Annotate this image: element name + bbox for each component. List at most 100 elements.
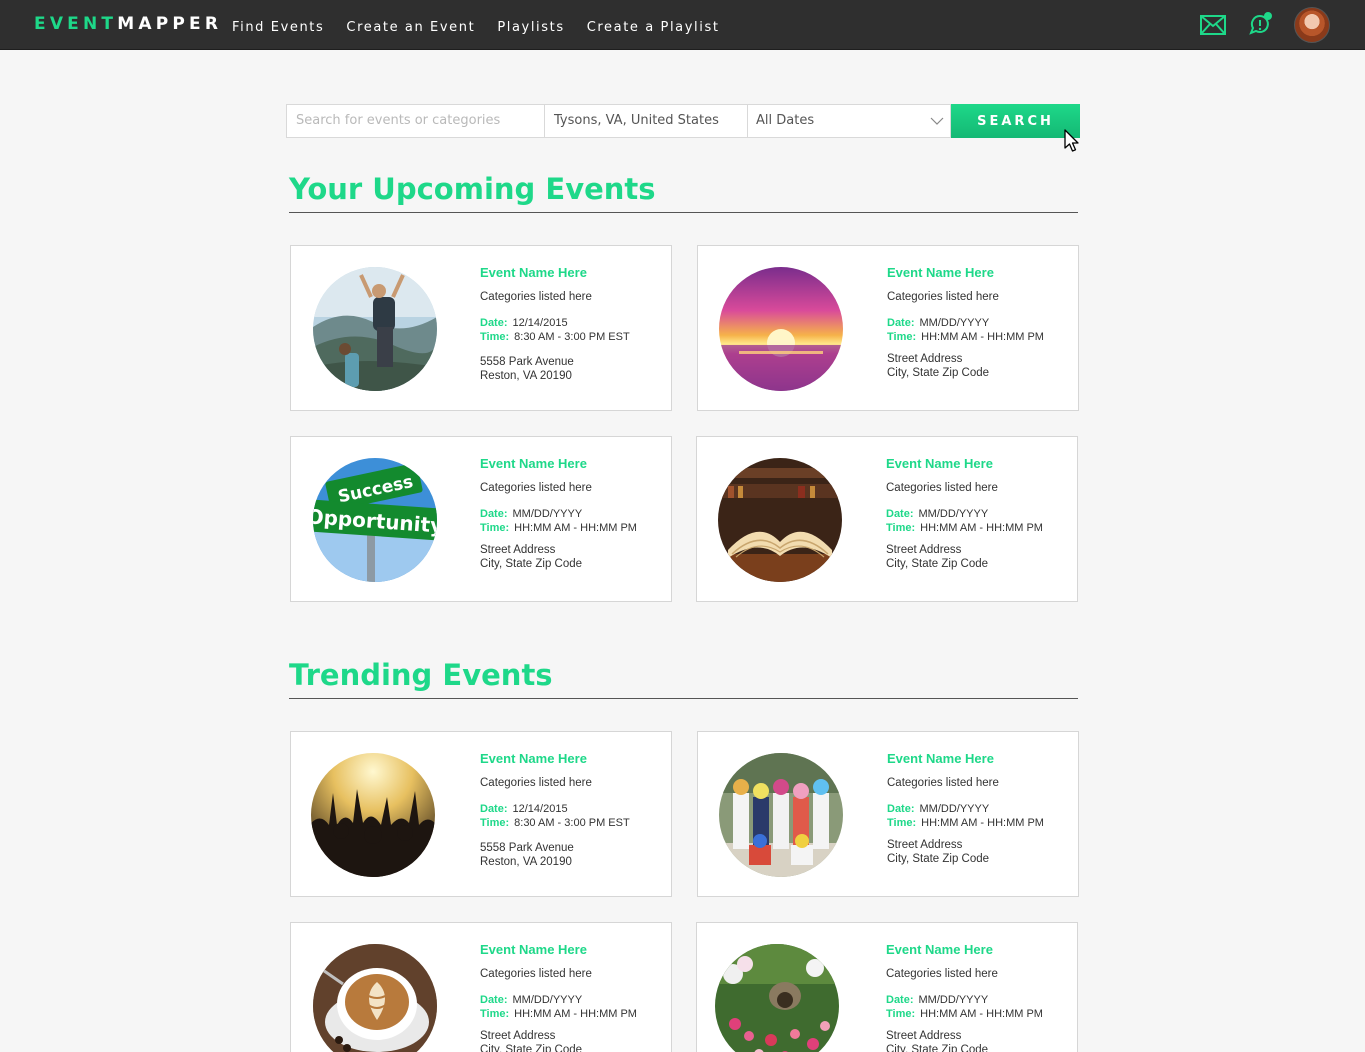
event-datetime: Date: MM/DD/YYYY Time: HH:MM AM - HH:MM PM <box>886 993 1071 1021</box>
event-address: Street Address City, State Zip Code <box>887 352 1072 380</box>
event-address: Street Address City, State Zip Code <box>886 1029 1071 1052</box>
date-label: Date: <box>480 317 508 329</box>
event-date: MM/DD/YYYY <box>918 994 989 1006</box>
event-image-sunset <box>719 267 843 391</box>
event-time: HH:MM AM - HH:MM PM <box>921 331 1044 343</box>
event-image-concert <box>311 753 435 877</box>
event-categories: Categories listed here <box>886 482 998 494</box>
trending-divider <box>289 698 1078 699</box>
event-address: 5558 Park Avenue Reston, VA 20190 <box>480 841 665 869</box>
chevron-down-icon <box>930 117 944 125</box>
chat-icon[interactable] <box>1249 12 1273 36</box>
event-time: 8:30 AM - 3:00 PM EST <box>514 331 630 343</box>
event-datetime: Date: 12/14/2015 Time: 8:30 AM - 3:00 PM E… <box>480 316 665 344</box>
date-label: Date: <box>480 994 508 1006</box>
event-datetime: Date: MM/DD/YYYY Time: HH:MM AM - HH:MM PM <box>887 316 1072 344</box>
time-label: Time: <box>887 817 917 829</box>
event-info: Event Name Here Categories listed here D… <box>886 942 1071 1052</box>
event-card[interactable]: Event Name Here Categories listed here D… <box>697 731 1079 897</box>
time-label: Time: <box>886 522 916 534</box>
event-categories: Categories listed here <box>887 291 999 303</box>
event-name[interactable]: Event Name Here <box>887 265 1072 281</box>
event-address: 5558 Park Avenue Reston, VA 20190 <box>480 355 665 383</box>
time-label: Time: <box>480 817 510 829</box>
event-image-cosplay <box>719 753 843 877</box>
event-street: 5558 Park Avenue <box>480 842 574 854</box>
event-address: Street Address City, State Zip Code <box>480 1029 665 1052</box>
event-card[interactable]: Event Name Here Categories listed here D… <box>696 436 1078 602</box>
event-categories: Categories listed here <box>480 482 592 494</box>
event-categories: Categories listed here <box>886 968 998 980</box>
event-image-coffee <box>313 944 437 1052</box>
event-date: MM/DD/YYYY <box>919 317 990 329</box>
event-datetime: Date: MM/DD/YYYY Time: HH:MM AM - HH:MM PM <box>480 507 665 535</box>
event-city: City, State Zip Code <box>886 558 989 570</box>
event-street: Street Address <box>886 1030 962 1042</box>
nav-create-event[interactable]: Create an Event <box>346 20 475 35</box>
mail-icon[interactable] <box>1200 15 1226 35</box>
event-info: Event Name Here Categories listed here D… <box>480 265 665 383</box>
event-name[interactable]: Event Name Here <box>480 942 665 958</box>
event-info: Event Name Here Categories listed here D… <box>480 456 665 571</box>
event-card[interactable]: Event Name Here Categories listed here D… <box>696 922 1078 1052</box>
event-street: Street Address <box>887 353 963 365</box>
event-card[interactable]: Success Opportunity Event Name Here Cate… <box>290 436 672 602</box>
event-datetime: Date: MM/DD/YYYY Time: HH:MM AM - HH:MM PM <box>887 802 1072 830</box>
event-name[interactable]: Event Name Here <box>480 456 665 472</box>
event-image-sign: Success Opportunity <box>313 458 437 582</box>
event-address: Street Address City, State Zip Code <box>480 543 665 571</box>
event-time: HH:MM AM - HH:MM PM <box>920 1008 1043 1020</box>
event-datetime: Date: 12/14/2015 Time: 8:30 AM - 3:00 PM E… <box>480 802 665 830</box>
event-card[interactable]: Event Name Here Categories listed here D… <box>290 731 672 897</box>
event-date: MM/DD/YYYY <box>918 508 989 520</box>
event-city: City, State Zip Code <box>887 853 990 865</box>
date-select[interactable]: All Dates <box>748 104 951 138</box>
event-name[interactable]: Event Name Here <box>480 751 665 767</box>
main-nav: Find Events Create an Event Playlists Cr… <box>232 20 742 35</box>
event-city: City, State Zip Code <box>480 558 583 570</box>
event-city: Reston, VA 20190 <box>480 856 572 868</box>
event-name[interactable]: Event Name Here <box>886 942 1071 958</box>
event-info: Event Name Here Categories listed here D… <box>886 456 1071 571</box>
event-street: Street Address <box>886 544 962 556</box>
event-name[interactable]: Event Name Here <box>886 456 1071 472</box>
event-datetime: Date: MM/DD/YYYY Time: HH:MM AM - HH:MM PM <box>886 507 1071 535</box>
event-street: Street Address <box>887 839 963 851</box>
location-input[interactable]: Tysons, VA, United States <box>545 104 748 138</box>
nav-create-playlist[interactable]: Create a Playlist <box>587 20 720 35</box>
event-categories: Categories listed here <box>887 777 999 789</box>
event-city: Reston, VA 20190 <box>480 370 572 382</box>
event-image-hikers <box>313 267 437 391</box>
date-label: Date: <box>480 508 508 520</box>
event-city: City, State Zip Code <box>480 1044 583 1052</box>
event-street: Street Address <box>480 544 556 556</box>
nav-playlists[interactable]: Playlists <box>497 20 564 35</box>
time-label: Time: <box>480 1008 510 1020</box>
trending-title: Trending Events <box>289 658 553 692</box>
mouse-cursor-icon <box>1064 129 1079 152</box>
event-categories: Categories listed here <box>480 291 592 303</box>
event-date: MM/DD/YYYY <box>919 803 990 815</box>
time-label: Time: <box>886 1008 916 1020</box>
event-name[interactable]: Event Name Here <box>480 265 665 281</box>
search-input[interactable]: Search for events or categories <box>286 104 545 138</box>
event-time: 8:30 AM - 3:00 PM EST <box>514 817 630 829</box>
event-card[interactable]: Event Name Here Categories listed here D… <box>290 922 672 1052</box>
date-label: Date: <box>886 994 914 1006</box>
event-image-garden <box>715 944 839 1052</box>
app-logo[interactable]: EVENTMAPPER <box>34 14 222 34</box>
event-info: Event Name Here Categories listed here D… <box>480 942 665 1052</box>
event-card[interactable]: Event Name Here Categories listed here D… <box>290 245 672 411</box>
event-street: Street Address <box>480 1030 556 1042</box>
search-button[interactable]: SEARCH <box>951 104 1080 138</box>
event-info: Event Name Here Categories listed here D… <box>887 751 1072 866</box>
user-avatar[interactable] <box>1294 7 1330 43</box>
time-label: Time: <box>480 522 510 534</box>
nav-find-events[interactable]: Find Events <box>232 20 324 35</box>
event-card[interactable]: Event Name Here Categories listed here D… <box>697 245 1079 411</box>
date-label: Date: <box>886 508 914 520</box>
event-categories: Categories listed here <box>480 777 592 789</box>
logo-mapper: MAPPER <box>117 14 223 34</box>
event-name[interactable]: Event Name Here <box>887 751 1072 767</box>
event-image-book <box>718 458 842 582</box>
